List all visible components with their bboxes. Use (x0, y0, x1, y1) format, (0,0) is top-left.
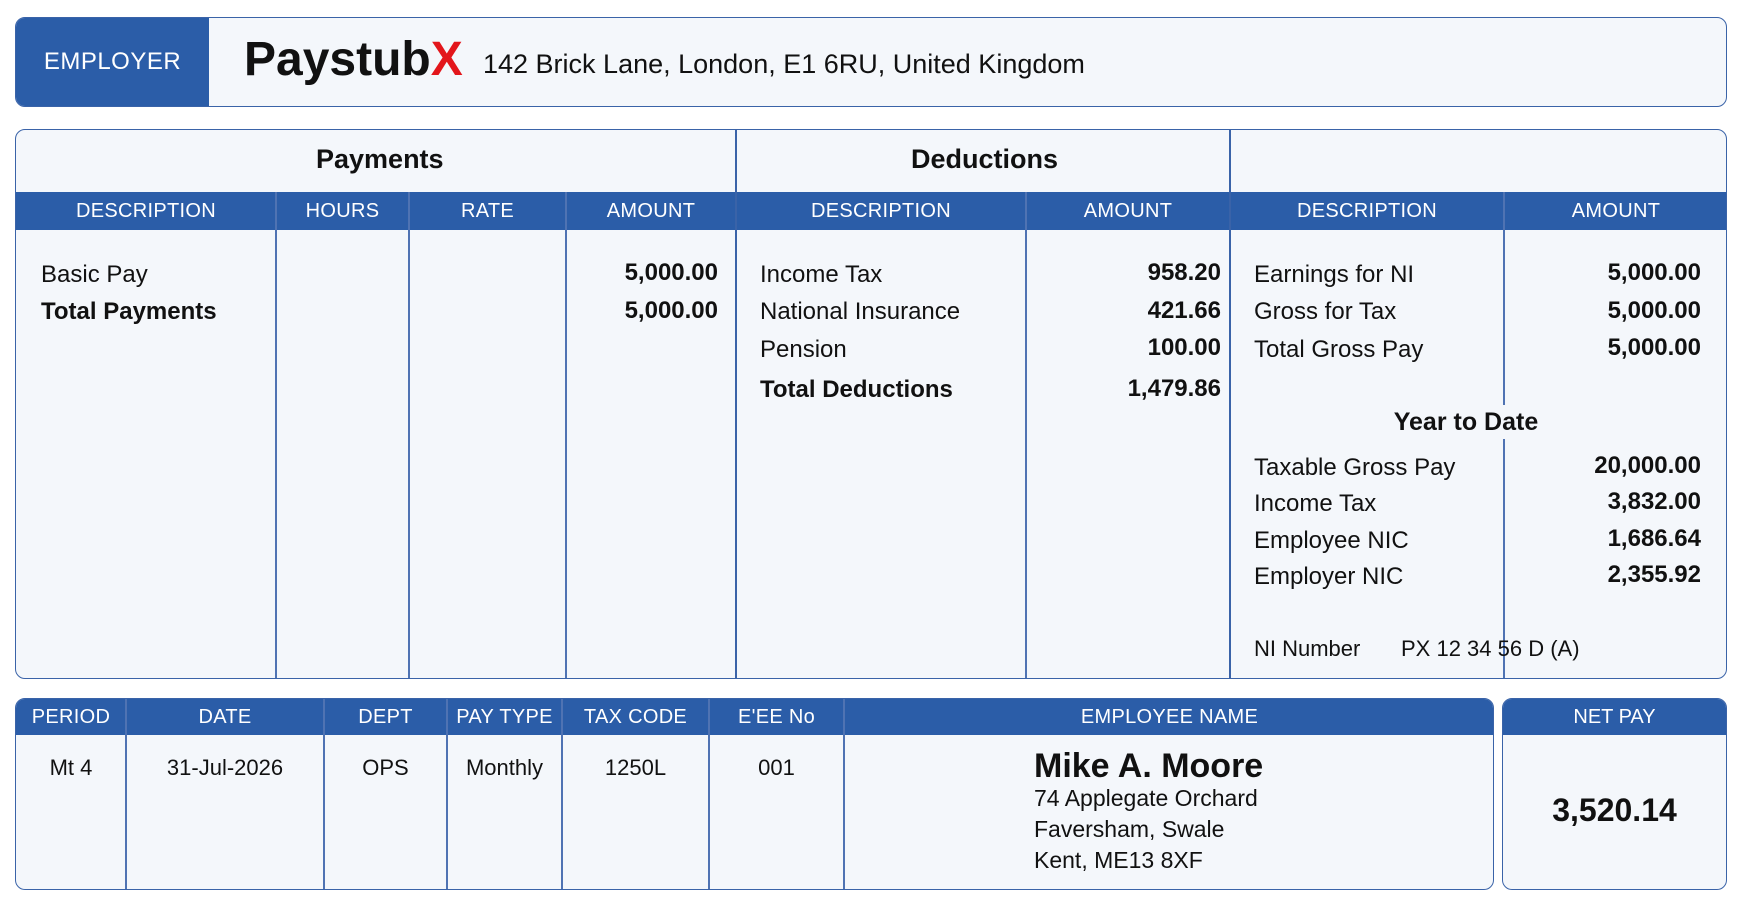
column-divider (561, 699, 563, 889)
summary-amount: 5,000.00 (1607, 334, 1701, 361)
net-pay-panel: NET PAY 3,520.14 (1502, 698, 1727, 890)
column-divider (323, 699, 325, 889)
deduction-amount: 100.00 (1147, 334, 1221, 361)
summary-description-header: DESCRIPTION (1297, 199, 1437, 222)
column-divider (1025, 192, 1027, 678)
date-value: 31-Jul-2026 (166, 755, 284, 780)
payments-amount-header: AMOUNT (606, 199, 696, 222)
deduction-amount: 958.20 (1147, 259, 1221, 286)
dept-header: DEPT (358, 705, 413, 728)
deduction-total-description: Total Deductions (760, 376, 953, 403)
employer-address: 142 Brick Lane, London, E1 6RU, United K… (483, 49, 1085, 79)
tax-code-value: 1250L (604, 755, 667, 780)
earnings-panel: Payments Deductions DESCRIPTION HOURS RA… (15, 129, 1727, 679)
section-divider (735, 130, 737, 678)
date-header: DATE (198, 705, 252, 728)
ytd-amount: 20,000.00 (1594, 452, 1701, 479)
ytd-amount: 3,832.00 (1607, 488, 1701, 515)
payments-hours-header: HOURS (305, 199, 380, 222)
summary-amount: 5,000.00 (1607, 259, 1701, 286)
column-divider (446, 699, 448, 889)
table-header-row: DESCRIPTION HOURS RATE AMOUNT DESCRIPTIO… (16, 192, 1726, 230)
summary-amount: 5,000.00 (1607, 297, 1701, 324)
deduction-description: Pension (760, 336, 847, 363)
employer-label: EMPLOYER (43, 48, 182, 75)
dept-value: OPS (362, 755, 409, 780)
payment-amount: 5,000.00 (624, 259, 718, 286)
column-divider (408, 192, 410, 678)
employee-name: Mike A. Moore (1034, 747, 1264, 785)
ni-number-label: NI Number (1254, 636, 1361, 661)
employer-banner: EMPLOYER PaystubX 142 Brick Lane, London… (15, 17, 1727, 107)
summary-description: Gross for Tax (1254, 298, 1397, 325)
period-value: Mt 4 (49, 755, 93, 780)
deduction-description: National Insurance (760, 298, 961, 325)
employee-name-header: EMPLOYEE NAME (1080, 705, 1259, 728)
net-pay-header: NET PAY (1503, 699, 1726, 735)
payment-description: Basic Pay (41, 261, 148, 288)
ee-no-header: E'EE No (737, 705, 816, 728)
employer-label-box: EMPLOYER (16, 18, 209, 106)
ytd-amount: 2,355.92 (1607, 561, 1701, 588)
employee-panel: PERIOD DATE DEPT PAY TYPE TAX CODE E'EE … (15, 698, 1494, 890)
ni-number-value: PX 12 34 56 D (A) (1401, 636, 1580, 661)
ytd-title-box: Year to Date (1316, 405, 1616, 439)
employee-address-line1: 74 Applegate Orchard (1034, 785, 1258, 811)
payments-rate-header: RATE (460, 199, 515, 222)
period-header: PERIOD (31, 705, 111, 728)
ytd-description: Employer NIC (1254, 563, 1404, 590)
net-pay-label: NET PAY (1573, 705, 1656, 728)
ytd-description: Employee NIC (1254, 527, 1409, 554)
column-divider (565, 192, 567, 678)
ytd-amount: 1,686.64 (1607, 525, 1701, 552)
payments-description-header: DESCRIPTION (76, 199, 216, 222)
employee-address-line2: Faversham, Swale (1034, 816, 1225, 842)
payments-title: Payments (316, 144, 444, 174)
deductions-amount-header: AMOUNT (1083, 199, 1173, 222)
pay-type-header: PAY TYPE (456, 705, 553, 728)
column-divider (275, 192, 277, 678)
column-divider (125, 699, 127, 889)
column-divider (843, 699, 845, 889)
payment-total-amount: 5,000.00 (624, 297, 718, 324)
deductions-title: Deductions (911, 144, 1059, 174)
ytd-description: Taxable Gross Pay (1254, 454, 1456, 481)
ee-no-value: 001 (758, 755, 795, 780)
deductions-description-header: DESCRIPTION (811, 199, 951, 222)
summary-description: Total Gross Pay (1254, 336, 1424, 363)
ytd-title: Year to Date (1393, 407, 1539, 436)
payment-total-description: Total Payments (41, 298, 217, 325)
pay-type-value: Monthly (465, 755, 544, 780)
summary-description: Earnings for NI (1254, 261, 1415, 288)
brand-logo: PaystubX (244, 36, 463, 84)
employee-address-line3: Kent, ME13 8XF (1034, 847, 1203, 873)
brand-accent: X (430, 33, 463, 86)
summary-amount-header: AMOUNT (1571, 199, 1661, 222)
tax-code-header: TAX CODE (583, 705, 688, 728)
brand-main: Paystub (244, 33, 431, 86)
net-pay-value: 3,520.14 (1552, 792, 1677, 828)
deduction-total-amount: 1,479.86 (1127, 375, 1221, 402)
deduction-amount: 421.66 (1147, 297, 1221, 324)
column-divider (708, 699, 710, 889)
section-divider (1229, 130, 1231, 678)
deduction-description: Income Tax (760, 261, 883, 288)
ytd-description: Income Tax (1254, 490, 1377, 517)
employee-header-row: PERIOD DATE DEPT PAY TYPE TAX CODE E'EE … (16, 699, 1493, 735)
